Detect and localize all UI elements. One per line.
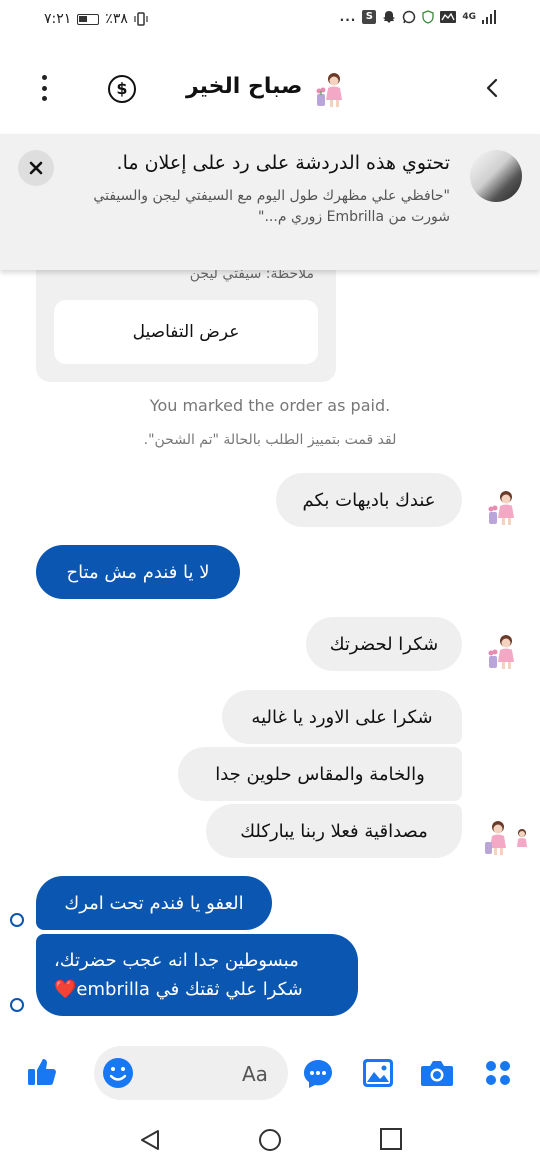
battery-icon [77,13,100,25]
sent-status-icon [10,913,24,927]
status-left: ٧:٢١ ٪٣٨ [44,11,148,27]
message-text: شكرا على الاورد يا غاليه [251,706,433,728]
message-outgoing[interactable]: لا يا فندم مش متاح [36,545,240,599]
nav-home-icon[interactable] [258,1128,282,1152]
message-text: مصداقية فعلا ربنا يباركلك [240,820,428,842]
network-type: 4G [462,12,476,22]
nav-recents-icon[interactable] [380,1128,402,1150]
ad-reply-banner: تحتوي هذه الدردشة على رد على إعلان ما. "… [0,134,540,270]
menu-dots-icon[interactable] [36,75,52,101]
status-time: ٧:٢١ [44,11,72,27]
view-details-button[interactable]: عرض التفاصيل [54,300,318,364]
sent-status-icon [10,998,24,1012]
seen-avatars [485,821,527,855]
message-incoming[interactable]: عندك باديهات بكم [276,473,462,527]
message-outgoing[interactable]: العفو يا فندم تحت امرك [36,876,272,930]
message-text: العفو يا فندم تحت امرك [64,892,244,914]
signal-icon [482,10,496,24]
dollar-icon[interactable]: $ [108,75,136,103]
activity-icon [440,11,457,23]
banner-title: تحتوي هذه الدردشة على رد على إعلان ما. [116,152,450,174]
contact-avatar-small [488,491,514,525]
message-text: عندك باديهات بكم [302,489,436,511]
status-right: ... S 4G [340,10,496,24]
contact-avatar[interactable] [312,70,352,110]
back-chevron-icon[interactable] [481,76,505,100]
message-incoming[interactable]: شكرا لحضرتك [306,617,462,671]
snapchat-icon [383,11,396,23]
message-text: شكرا لحضرتك [329,633,439,655]
banner-ad-text: "حافظي علي مظهرك طول اليوم مع السيفتي لي… [93,188,450,225]
system-message-paid: You marked the order as paid. [149,396,391,415]
more-notifications-icon: ... [339,10,357,24]
vibrate-icon [134,12,148,26]
android-navigation-bar [0,1110,540,1170]
input-placeholder: Aa [242,1062,268,1086]
contact-avatar-small [488,635,514,669]
camera-icon[interactable] [420,1058,454,1088]
s-app-icon: S [362,10,377,24]
like-icon[interactable] [26,1056,58,1088]
message-text-line1: مبسوطين جدا انه عجب حضرتك، [54,950,299,971]
message-input[interactable]: Aa [94,1046,288,1100]
contact-name[interactable]: صباح الخير [186,74,302,99]
nav-back-icon[interactable] [138,1128,162,1152]
chat-icon[interactable] [302,1058,334,1090]
system-message-shipped: لقد قمت بتمييز الطلب بالحالة "تم الشحن". [143,432,397,448]
close-icon[interactable] [18,150,54,186]
message-incoming[interactable]: والخامة والمقاس حلوين جدا [178,747,462,801]
whatsapp-icon [403,10,416,24]
message-text-line2: شكرا علي ثقتك في embrilla❤️ [54,979,303,1000]
shield-icon [422,10,434,24]
apps-icon[interactable] [484,1059,512,1087]
composer-bar: Aa [0,1040,540,1110]
message-incoming[interactable]: مصداقية فعلا ربنا يباركلك [206,804,462,858]
message-text: والخامة والمقاس حلوين جدا [215,763,425,785]
message-incoming[interactable]: شكرا على الاورد يا غاليه [222,690,462,744]
emoji-icon[interactable] [102,1057,134,1089]
chat-header: $ صباح الخير [0,42,540,134]
message-outgoing[interactable]: مبسوطين جدا انه عجب حضرتك، شكرا علي ثقتك… [36,934,358,1016]
battery-percent: ٪٣٨ [105,11,128,27]
status-bar: ٧:٢١ ٪٣٨ ... S 4G [0,0,540,42]
gallery-icon[interactable] [362,1058,394,1088]
ad-thumbnail[interactable] [470,150,522,202]
message-text: لا يا فندم مش متاح [66,561,210,583]
